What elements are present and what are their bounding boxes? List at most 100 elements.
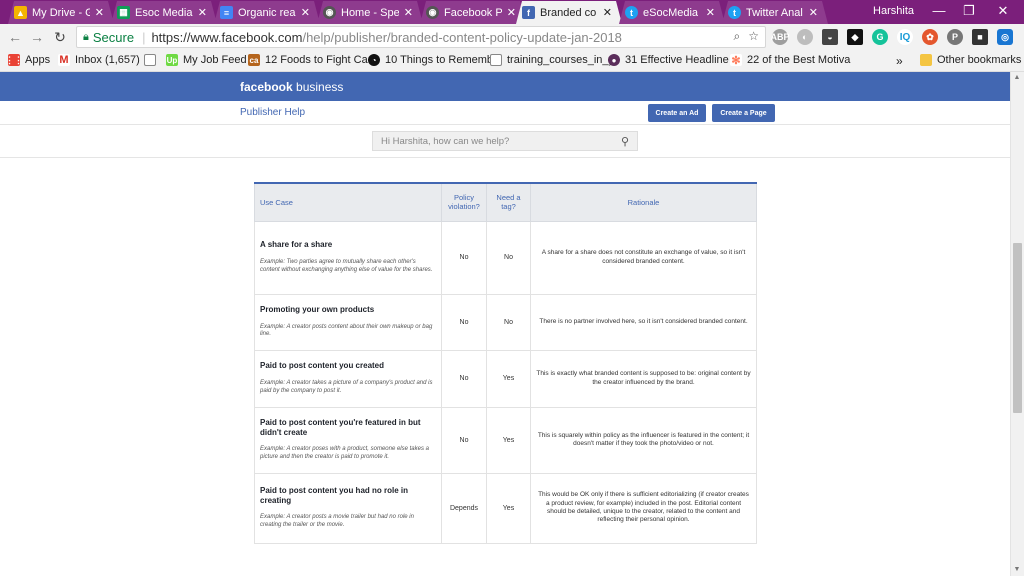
use-case-title: Paid to post content you're featured in … [260, 418, 421, 437]
rationale-cell: There is no partner involved here, so it… [530, 293, 757, 351]
tab-esoc-media[interactable]: ▦ Esoc Media ✕ [111, 1, 217, 24]
table-row: Paid to post content you had no role in … [254, 472, 757, 544]
window-close-icon[interactable]: ✕ [988, 3, 1018, 19]
bookmarks-bar: ⋮⋮ Apps M Inbox (1,657) Up My Job Feed c… [0, 50, 1024, 72]
adblock-icon[interactable]: ABP [771, 29, 790, 45]
rationale-cell: This is squarely within policy as the in… [530, 406, 757, 474]
owl-icon[interactable]: ◒ [822, 29, 838, 45]
browser-toolbar: ← → ↻ 🔒︎ Secure | https://www.facebook.c… [0, 24, 1024, 50]
bookmark-label: Inbox (1,657) [75, 54, 140, 66]
need-tag-cell: Yes [486, 349, 531, 408]
tab-title: Organic reac [238, 6, 296, 19]
bookmark-star-icon[interactable]: ☆ [748, 29, 759, 44]
bookmark-label: 12 Foods to Fight Can [265, 54, 374, 66]
search-icon[interactable]: ⚲ [621, 135, 629, 148]
tab-title: Esoc Media [135, 6, 193, 19]
bookmark-page[interactable] [144, 54, 156, 66]
facebook-business-header: facebook business [0, 72, 1010, 101]
gmail-icon: M [58, 54, 70, 66]
publisher-help-link[interactable]: Publisher Help [240, 107, 305, 118]
close-icon[interactable]: ✕ [404, 6, 413, 19]
use-case-example: Example: A creator posts a movie trailer… [260, 514, 414, 529]
use-case-title: A share for a share [260, 240, 333, 250]
forward-icon[interactable]: → [28, 28, 46, 46]
create-ad-button[interactable]: Create an Ad [648, 104, 706, 122]
tab-title: eSocMedia [643, 6, 699, 19]
close-icon[interactable]: ✕ [198, 6, 207, 19]
header-use-case: Use Case [254, 182, 442, 222]
more-bookmarks-chevron[interactable]: » [896, 54, 903, 68]
page-icon [144, 54, 156, 66]
scrollbar-thumb[interactable] [1013, 243, 1022, 413]
extension-icon[interactable]: ◐ [797, 29, 813, 45]
bookmark-10-things[interactable]: ◔ 10 Things to Rememb [368, 54, 493, 66]
close-icon[interactable]: ✕ [507, 6, 516, 19]
bookmark-my-job-feed[interactable]: Up My Job Feed [166, 54, 247, 66]
avatar-icon: ● [608, 54, 620, 66]
grammarly-icon[interactable]: G [872, 29, 888, 45]
use-case-example: Example: A creator poses with a product,… [260, 446, 429, 461]
use-case-cell: Paid to post content you're featured in … [254, 406, 442, 474]
reload-icon[interactable]: ↻ [51, 28, 69, 46]
close-icon[interactable]: ✕ [809, 6, 818, 19]
extension-icon[interactable]: ◎ [997, 29, 1013, 45]
branded-content-table: Use Case Policy violation? Need a tag? R… [254, 182, 757, 544]
close-icon[interactable]: ✕ [603, 6, 612, 19]
close-icon[interactable]: ✕ [95, 6, 104, 19]
facebook-icon: f [522, 6, 535, 19]
bookmark-31-headlines[interactable]: ● 31 Effective Headline [608, 54, 729, 66]
close-icon[interactable]: ✕ [301, 6, 310, 19]
close-icon[interactable]: ✕ [706, 6, 715, 19]
help-search-input[interactable]: Hi Harshita, how can we help? ⚲ [372, 131, 638, 151]
facebook-business-logo[interactable]: facebook business [240, 80, 343, 94]
google-drive-icon: ▲ [14, 6, 27, 19]
tab-branded-content[interactable]: f Branded co ✕ [516, 1, 622, 24]
policy-violation-cell: No [441, 293, 487, 351]
tab-esocmedia[interactable]: t eSocMedia ✕ [619, 1, 725, 24]
bookmark-training-courses[interactable]: training_courses_in_y [490, 54, 614, 66]
scroll-up-arrow-icon[interactable]: ▲ [1012, 74, 1022, 81]
scroll-down-arrow-icon[interactable]: ▼ [1012, 566, 1022, 573]
extension-icon[interactable]: ◆ [847, 29, 863, 45]
pinterest-icon[interactable]: P [947, 29, 963, 45]
minimize-icon[interactable]: — [924, 3, 954, 18]
zoom-icon[interactable]: ⌕ [734, 29, 741, 44]
bookmark-label: 10 Things to Rememb [385, 54, 494, 66]
bookmark-label: 22 of the Best Motiva [747, 54, 851, 66]
hubspot-icon: ✻ [730, 54, 742, 67]
iq-icon[interactable]: IQ [897, 29, 913, 45]
notification-icon[interactable]: ■ [972, 29, 988, 45]
tab-my-drive[interactable]: ▲ My Drive - G ✕ [8, 1, 114, 24]
stumbleupon-icon[interactable]: ✿ [922, 29, 938, 45]
table-row: A share for a share Example: Two parties… [254, 220, 757, 295]
docs-icon: ≡ [220, 6, 233, 19]
rationale-cell: This is exactly what branded content is … [530, 349, 757, 408]
url-host: https://www.facebook.com [151, 29, 303, 45]
policy-violation-cell: Depends [441, 472, 487, 544]
use-case-example: Example: Two parties agree to mutually s… [260, 259, 433, 273]
bookmark-other[interactable]: Other bookmarks [920, 54, 1021, 66]
back-icon[interactable]: ← [6, 28, 24, 46]
bookmark-label: Other bookmarks [937, 54, 1022, 66]
lock-icon: 🔒︎ [83, 30, 89, 43]
address-bar[interactable]: 🔒︎ Secure | https://www.facebook.com/hel… [76, 26, 766, 48]
logo-bold: facebook [240, 80, 293, 94]
rationale-cell: A share for a share does not constitute … [530, 220, 757, 295]
create-page-button[interactable]: Create a Page [712, 104, 775, 122]
speaker-icon: ◉ [426, 6, 439, 19]
tab-home-spe[interactable]: ◉ Home - Spe ✕ [317, 1, 423, 24]
bookmark-label: training_courses_in_y [507, 54, 615, 66]
sheets-icon: ▦ [117, 6, 130, 19]
bookmark-inbox[interactable]: M Inbox (1,657) [58, 54, 140, 66]
restore-icon[interactable]: ❐ [954, 3, 984, 19]
need-tag-cell: Yes [486, 472, 531, 544]
tab-organic-reach[interactable]: ≡ Organic reac ✕ [214, 1, 320, 24]
url-path: /help/publisher/branded-content-policy-u… [302, 29, 622, 45]
use-case-example: Example: A creator takes a picture of a … [260, 380, 433, 394]
bookmark-22-best[interactable]: ✻ 22 of the Best Motiva [730, 54, 851, 67]
tab-facebook-pi[interactable]: ◉ Facebook Pi ✕ [420, 1, 526, 24]
tab-twitter-analytics[interactable]: t Twitter Anal ✕ [722, 1, 828, 24]
bookmark-12-foods[interactable]: ca 12 Foods to Fight Can [248, 54, 374, 66]
bookmark-apps[interactable]: ⋮⋮ Apps [5, 54, 50, 66]
profile-name[interactable]: Harshita [873, 5, 914, 17]
